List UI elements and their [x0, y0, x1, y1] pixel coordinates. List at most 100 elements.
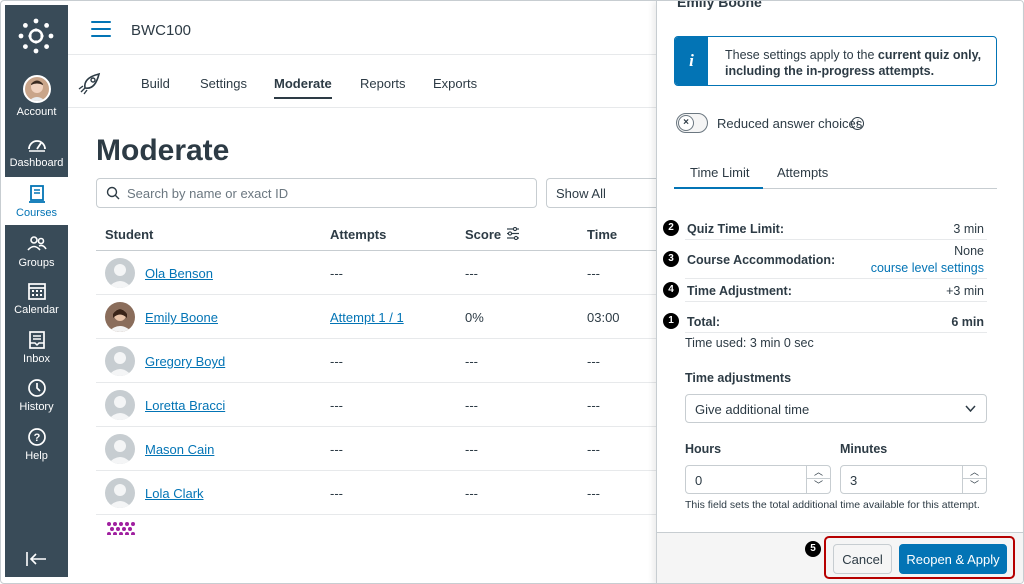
nav-inbox-label: Inbox	[23, 353, 50, 365]
info-alert: i These settings apply to the current qu…	[674, 36, 997, 86]
chevron-down-icon[interactable]: ﹀	[963, 479, 986, 492]
time-adjustment-label: Time Adjustment:	[687, 284, 792, 298]
tab-time-limit[interactable]: Time Limit	[690, 165, 749, 180]
score-cell: ---	[465, 486, 478, 501]
nav-calendar-label: Calendar	[14, 304, 59, 316]
nav-groups[interactable]: Groups	[5, 233, 68, 269]
active-tab-indicator	[674, 187, 763, 189]
student-name-link[interactable]: Lola Clark	[145, 486, 204, 501]
nav-calendar[interactable]: Calendar	[5, 280, 68, 316]
close-icon: ×	[678, 115, 694, 131]
hours-stepper[interactable]: ︿ ﹀	[806, 466, 830, 493]
nav-courses-label: Courses	[16, 207, 57, 219]
moderate-tray: Emily Boone i These settings apply to th…	[656, 1, 1023, 583]
hamburger-menu-icon[interactable]	[91, 21, 111, 37]
filter-select[interactable]: Show All	[546, 178, 658, 208]
table-row: Mason Cain --- --- ---	[96, 427, 658, 471]
score-cell: ---	[465, 354, 478, 369]
tab-settings[interactable]: Settings	[200, 76, 247, 91]
toggle-label: Reduced answer choices	[717, 116, 863, 131]
student-avatar	[105, 390, 135, 420]
col-attempts: Attempts	[330, 227, 387, 242]
top-bar: BWC100	[68, 5, 658, 55]
page-title: Moderate	[96, 134, 230, 167]
table-row: Ola Benson --- --- ---	[96, 251, 658, 295]
minutes-stepper[interactable]: ︿ ﹀	[962, 466, 986, 493]
avatar	[22, 75, 51, 103]
info-icon[interactable]: i	[851, 117, 864, 130]
attempts-cell: ---	[330, 486, 343, 501]
nav-history[interactable]: History	[5, 377, 68, 413]
info-icon: i	[675, 37, 708, 85]
nav-account[interactable]: Account	[5, 75, 68, 118]
nav-history-label: History	[19, 401, 54, 413]
nav-account-label: Account	[16, 106, 57, 118]
chevron-up-icon[interactable]: ︿	[963, 466, 986, 479]
tray-footer: 5 Cancel Reopen & Apply	[657, 532, 1023, 583]
nav-groups-label: Groups	[18, 257, 55, 269]
minutes-input[interactable]: 3 ︿ ﹀	[840, 465, 987, 494]
hours-input[interactable]: 0 ︿ ﹀	[685, 465, 831, 494]
student-name-link[interactable]: Mason Cain	[145, 442, 214, 457]
groups-icon	[26, 236, 47, 251]
quiz-time-limit-value: 3 min	[953, 222, 984, 236]
nav-help[interactable]: ? Help	[5, 426, 68, 462]
reduced-choices-toggle[interactable]: ×	[676, 113, 708, 133]
alert-message: These settings apply to the current quiz…	[725, 48, 982, 78]
student-name-link[interactable]: Gregory Boyd	[145, 354, 225, 369]
callout-badge: 1	[663, 313, 679, 329]
col-time: Time	[587, 227, 618, 242]
nav-courses[interactable]: Courses	[5, 177, 68, 225]
nav-dashboard[interactable]: Dashboard	[5, 133, 68, 169]
nav-dashboard-label: Dashboard	[9, 157, 64, 169]
cancel-button[interactable]: Cancel	[833, 544, 892, 574]
course-title[interactable]: BWC100	[131, 22, 191, 39]
sort-settings-icon[interactable]	[506, 227, 520, 240]
tab-attempts[interactable]: Attempts	[777, 165, 828, 180]
col-student: Student	[105, 227, 154, 242]
divider	[685, 332, 987, 333]
student-name-link[interactable]: Emily Boone	[145, 310, 218, 325]
total-label: Total:	[687, 315, 721, 329]
chevron-up-icon[interactable]: ︿	[807, 466, 830, 479]
svg-text:?: ?	[33, 432, 40, 444]
student-name-link[interactable]: Loretta Bracci	[145, 398, 225, 413]
callout-badge: 5	[805, 541, 821, 557]
time-cell: ---	[587, 398, 600, 413]
time-adjustment-value: +3 min	[946, 284, 984, 298]
canvas-logo-icon[interactable]	[17, 17, 55, 55]
search-icon	[106, 186, 120, 200]
callout-badge: 2	[663, 220, 679, 236]
reopen-apply-button[interactable]: Reopen & Apply	[899, 544, 1007, 574]
student-avatar	[105, 434, 135, 464]
time-adjustments-select[interactable]: Give additional time	[685, 394, 987, 423]
callout-badge: 3	[663, 251, 679, 267]
search-input[interactable]	[127, 184, 527, 202]
attempts-cell: ---	[330, 398, 343, 413]
tab-exports[interactable]: Exports	[433, 76, 477, 91]
time-cell: ---	[587, 442, 600, 457]
tab-reports[interactable]: Reports	[360, 76, 406, 91]
score-cell: ---	[465, 398, 478, 413]
history-icon	[27, 379, 46, 397]
table-header: Student Attempts Score Time	[96, 216, 658, 251]
collapse-nav-icon[interactable]	[25, 551, 47, 567]
tab-build[interactable]: Build	[141, 76, 170, 91]
table-row: Emily Boone Attempt 1 / 1 0% 03:00	[96, 295, 658, 339]
tab-moderate[interactable]: Moderate	[274, 76, 332, 99]
select-value: Give additional time	[695, 402, 810, 417]
attempts-cell: ---	[330, 266, 343, 281]
chevron-down-icon[interactable]: ﹀	[807, 479, 830, 492]
callout-badge: 4	[663, 282, 679, 298]
divider	[685, 278, 987, 279]
student-name-link[interactable]: Ola Benson	[145, 266, 213, 281]
global-nav: Account Dashboard Courses Groups Calenda…	[5, 5, 68, 577]
score-cell: 0%	[465, 310, 484, 325]
student-avatar	[107, 522, 135, 535]
student-avatar	[105, 478, 135, 508]
course-level-settings-link[interactable]: course level settings	[871, 261, 984, 275]
table-row: Lola Clark --- --- ---	[96, 471, 658, 515]
attempt-link[interactable]: Attempt 1 / 1	[330, 310, 404, 325]
time-used: Time used: 3 min 0 sec	[685, 336, 814, 350]
nav-inbox[interactable]: Inbox	[5, 329, 68, 365]
